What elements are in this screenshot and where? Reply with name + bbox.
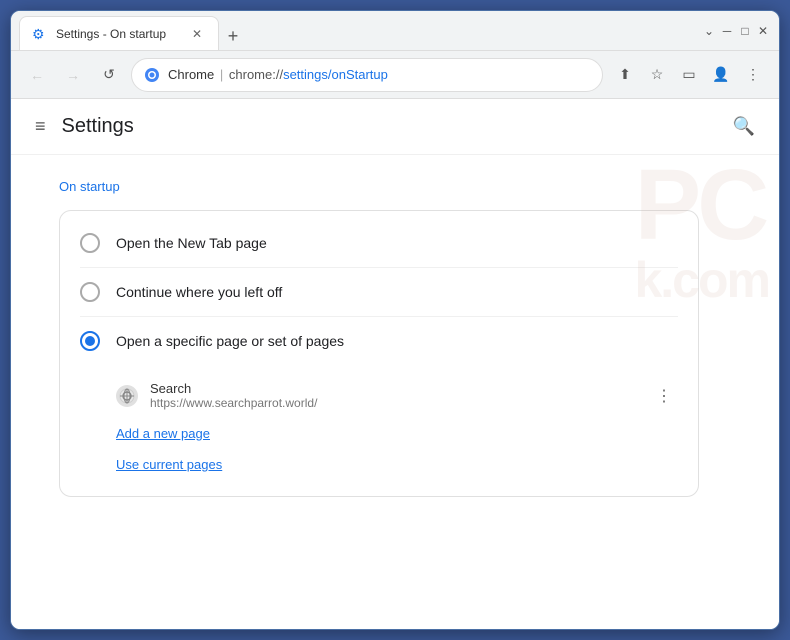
site-url: https://www.searchparrot.world/ <box>150 396 638 410</box>
option-specific-label: Open a specific page or set of pages <box>116 333 344 349</box>
close-button[interactable]: ✕ <box>755 23 771 39</box>
forward-button[interactable]: → <box>59 61 87 89</box>
bookmark-button[interactable]: ☆ <box>643 61 671 89</box>
settings-body: PC k.com On startup Open the New Tab pag… <box>11 155 779 521</box>
dropdown-icon[interactable]: ⌄ <box>701 23 717 39</box>
address-bar: ← → ↺ Chrome | chrome://settings/onStart… <box>11 51 779 99</box>
menu-button[interactable]: ⋮ <box>739 61 767 89</box>
tab-close-button[interactable]: ✕ <box>188 25 206 43</box>
option-new-tab-label: Open the New Tab page <box>116 235 267 251</box>
sidebar-button[interactable]: ▭ <box>675 61 703 89</box>
radio-inner-dot <box>85 336 95 346</box>
startup-site-row: Search https://www.searchparrot.world/ ⋮ <box>116 373 678 418</box>
settings-header: ≡ Settings 🔍 <box>11 99 779 155</box>
chrome-logo-icon <box>144 67 160 83</box>
option-specific[interactable]: Open a specific page or set of pages <box>60 317 698 365</box>
profile-button[interactable]: 👤 <box>707 61 735 89</box>
radio-continue[interactable] <box>80 282 100 302</box>
use-current-pages-link[interactable]: Use current pages <box>116 449 678 480</box>
window-controls: ⌄ ─ □ ✕ <box>701 23 771 39</box>
site-more-button[interactable]: ⋮ <box>650 382 678 410</box>
add-new-page-link[interactable]: Add a new page <box>116 418 678 449</box>
maximize-button[interactable]: □ <box>737 23 753 39</box>
address-bar-icons: ⬆ ☆ ▭ 👤 ⋮ <box>611 61 767 89</box>
new-tab-button[interactable]: + <box>219 22 247 50</box>
share-button[interactable]: ⬆ <box>611 61 639 89</box>
active-tab[interactable]: ⚙ Settings - On startup ✕ <box>19 16 219 50</box>
radio-new-tab[interactable] <box>80 233 100 253</box>
option-continue-label: Continue where you left off <box>116 284 282 300</box>
options-card: Open the New Tab page Continue where you… <box>59 210 699 497</box>
title-bar: ⚙ Settings - On startup ✕ + ⌄ ─ □ ✕ <box>11 11 779 51</box>
option-continue[interactable]: Continue where you left off <box>60 268 698 316</box>
site-name: Search <box>150 381 638 396</box>
page-title: Settings <box>62 115 134 138</box>
search-icon[interactable]: 🔍 <box>733 116 755 137</box>
refresh-button[interactable]: ↺ <box>95 61 123 89</box>
sub-options: Search https://www.searchparrot.world/ ⋮… <box>60 365 698 488</box>
hamburger-menu-icon[interactable]: ≡ <box>35 116 46 137</box>
site-favicon-icon <box>116 385 138 407</box>
section-label: On startup <box>59 179 731 194</box>
settings-title-area: ≡ Settings <box>35 115 134 138</box>
url-text: Chrome | chrome://settings/onStartup <box>168 67 590 82</box>
page-content: ≡ Settings 🔍 PC k.com On startup Open th… <box>11 99 779 629</box>
back-button[interactable]: ← <box>23 61 51 89</box>
minimize-button[interactable]: ─ <box>719 23 735 39</box>
tab-title: Settings - On startup <box>56 27 180 41</box>
radio-specific[interactable] <box>80 331 100 351</box>
url-bar[interactable]: Chrome | chrome://settings/onStartup <box>131 58 603 92</box>
option-new-tab[interactable]: Open the New Tab page <box>60 219 698 267</box>
tab-favicon-icon: ⚙ <box>32 26 48 42</box>
tab-area: ⚙ Settings - On startup ✕ + <box>19 11 693 50</box>
browser-window: ⚙ Settings - On startup ✕ + ⌄ ─ □ ✕ ← → … <box>10 10 780 630</box>
site-info: Search https://www.searchparrot.world/ <box>150 381 638 410</box>
